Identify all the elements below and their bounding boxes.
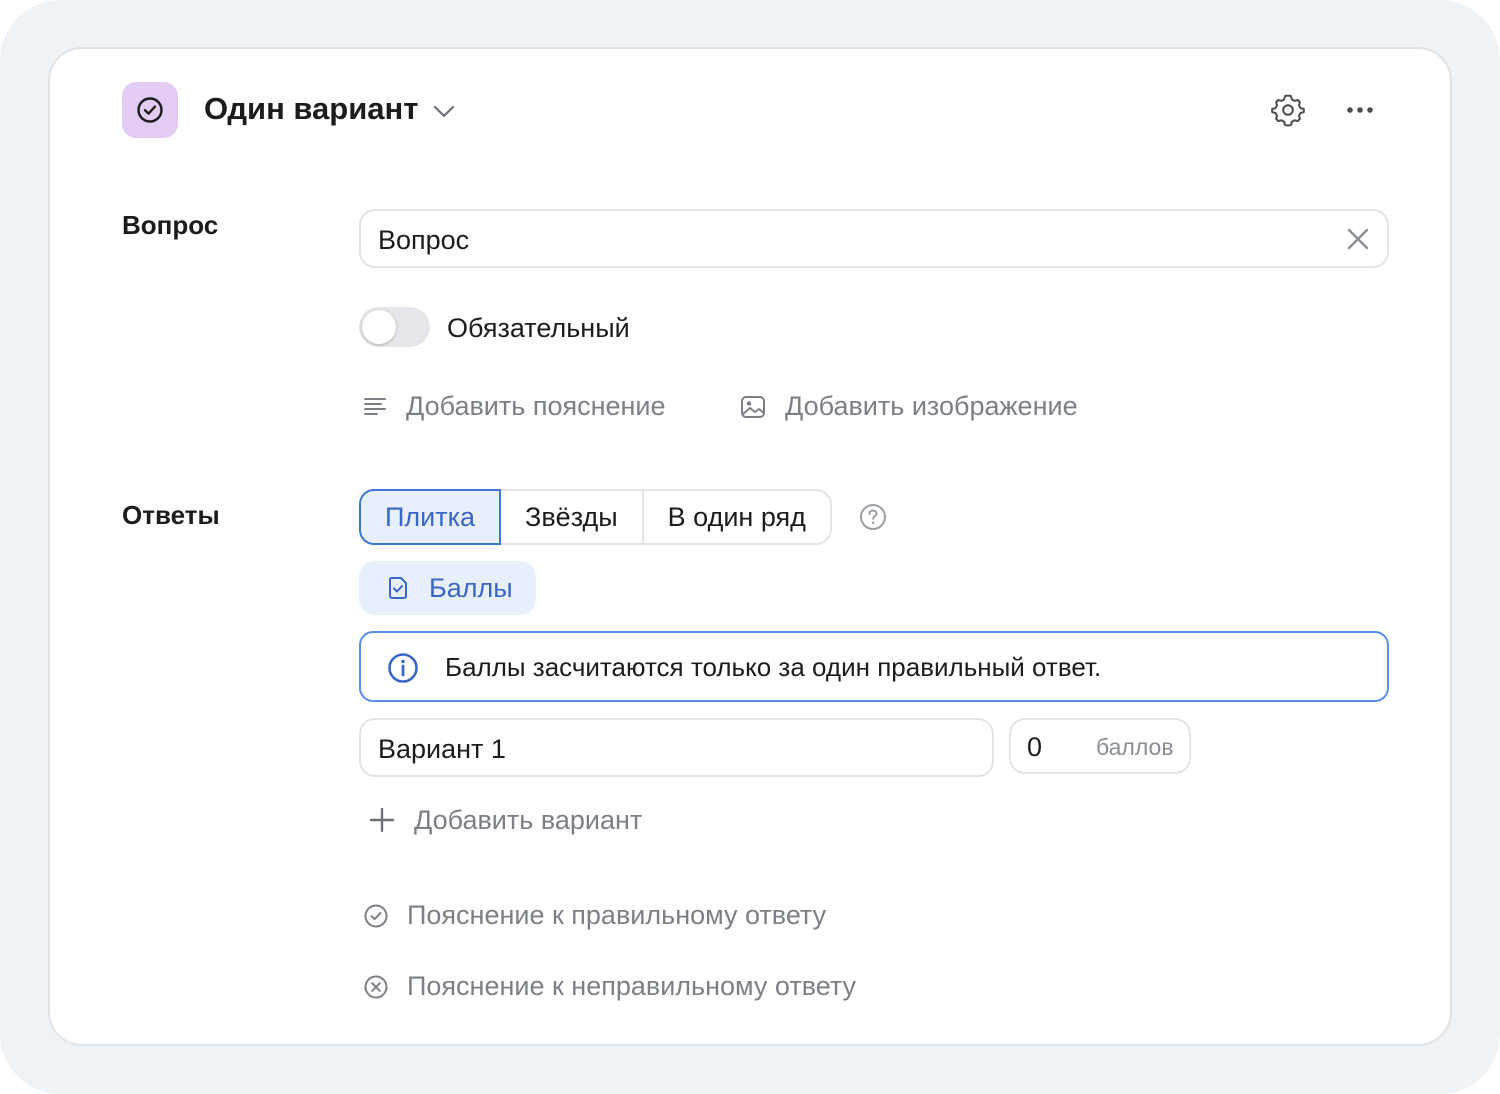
more-horizontal-icon[interactable] — [1342, 92, 1378, 128]
question-section-label: Вопрос — [122, 210, 219, 240]
info-icon — [388, 653, 418, 683]
option-input-value: Вариант 1 — [378, 734, 506, 764]
tab-one-row[interactable]: В один ряд — [644, 491, 830, 543]
scores-toggle-chip[interactable]: Баллы — [359, 561, 536, 615]
help-circle-icon[interactable] — [858, 502, 888, 532]
tab-tile[interactable]: Плитка — [359, 489, 502, 545]
answers-section-label: Ответы — [122, 500, 220, 530]
tab-stars[interactable]: Звёзды — [501, 491, 644, 543]
option-score-input[interactable]: 0 баллов — [1009, 718, 1191, 774]
info-banner-text: Баллы засчитаются только за один правиль… — [445, 652, 1102, 682]
add-image-button[interactable]: Добавить изображение — [785, 389, 1078, 423]
question-input[interactable]: Вопрос — [359, 209, 1389, 268]
close-icon[interactable] — [1345, 226, 1371, 252]
option-input[interactable]: Вариант 1 — [359, 718, 994, 777]
gear-icon[interactable] — [1270, 92, 1306, 128]
incorrect-explanation-button[interactable]: Пояснение к неправильному ответу — [407, 969, 856, 1003]
x-circle-icon — [364, 975, 388, 999]
check-circle-outline-icon — [364, 904, 388, 928]
plus-icon — [369, 807, 395, 833]
add-option-button[interactable]: Добавить вариант — [414, 803, 642, 837]
image-icon — [741, 396, 765, 418]
required-label: Обязательный — [447, 313, 630, 343]
check-square-icon — [388, 577, 407, 599]
option-score-unit: баллов — [1096, 734, 1174, 760]
question-type-title[interactable]: Один вариант — [204, 89, 418, 129]
question-input-value: Вопрос — [378, 225, 470, 255]
add-description-button[interactable]: Добавить пояснение — [406, 389, 666, 423]
text-lines-icon — [364, 398, 386, 415]
chevron-down-icon[interactable] — [430, 97, 458, 125]
view-mode-switch: Плитка Звёзды В один ряд — [359, 489, 832, 545]
question-card: Один вариант Вопрос Вопрос Обязательный — [48, 47, 1452, 1046]
required-toggle[interactable] — [359, 307, 430, 347]
info-banner: Баллы засчитаются только за один правиль… — [359, 631, 1389, 702]
question-type-badge — [122, 82, 178, 138]
scores-chip-label: Баллы — [429, 573, 513, 603]
toggle-knob — [362, 310, 396, 344]
correct-explanation-button[interactable]: Пояснение к правильному ответу — [407, 898, 826, 932]
option-score-value: 0 — [1027, 732, 1043, 762]
page-background: Один вариант Вопрос Вопрос Обязательный — [0, 0, 1500, 1094]
check-circle-icon — [137, 97, 163, 123]
